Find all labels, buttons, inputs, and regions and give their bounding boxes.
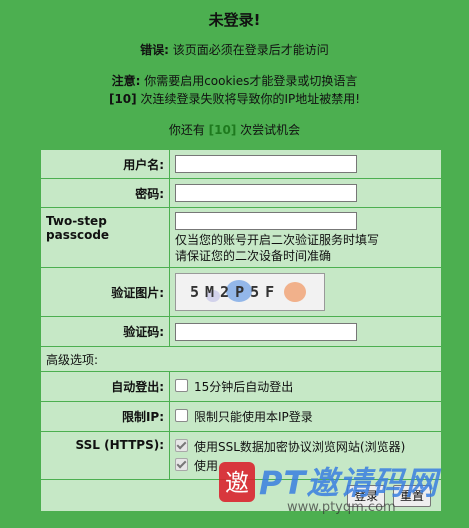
- notice-message: 注意: 你需要启用cookies才能登录或切换语言: [0, 72, 469, 89]
- notice-label: 注意:: [111, 74, 141, 88]
- username-row: 用户名:: [40, 149, 442, 179]
- notice-text: 你需要启用cookies才能登录或切换语言: [140, 74, 358, 88]
- twostep-hint-2: 请保证您的二次设备时间准确: [175, 249, 332, 263]
- submit-row: 登录 重置: [40, 479, 442, 512]
- ssl-row: SSL (HTTPS): 使用SSL数据加密协议浏览网站(浏览器) 使用: [40, 431, 442, 480]
- captcha-row: 验证图片: 5M2P5F: [40, 267, 442, 317]
- attempts-remaining: 你还有 [10] 次尝试机会: [0, 121, 469, 138]
- autologout-option: 15分钟后自动登出: [194, 380, 294, 394]
- ssl-checkbox-1[interactable]: [175, 439, 188, 452]
- autologout-label: 自动登出:: [40, 371, 170, 402]
- username-label: 用户名:: [40, 149, 170, 179]
- login-form: 用户名: 密码: Two-step passcode 仅当您的账号开启二次验证服…: [40, 149, 442, 512]
- code-input[interactable]: [175, 322, 357, 341]
- ban-warning: [10] 次连续登录失败将导致你的IP地址被禁用!: [0, 90, 469, 107]
- attempts-count: [10]: [208, 123, 237, 137]
- captcha-image: 5M2P5F: [175, 273, 325, 311]
- password-input[interactable]: [175, 184, 357, 202]
- autologout-checkbox[interactable]: [175, 379, 188, 392]
- restrictip-option: 限制只能使用本IP登录: [194, 410, 313, 424]
- code-label: 验证码:: [40, 316, 170, 347]
- login-button[interactable]: 登录: [347, 484, 386, 507]
- error-text: 该页面必须在登录后才能访问: [168, 43, 329, 57]
- attempts-suffix: 次尝试机会: [236, 123, 301, 137]
- restrictip-row: 限制IP: 限制只能使用本IP登录: [40, 401, 442, 432]
- code-row: 验证码:: [40, 316, 442, 347]
- ban-warning-count: [10]: [108, 92, 137, 106]
- error-label: 错误:: [140, 43, 169, 57]
- attempts-prefix: 你还有: [168, 123, 209, 137]
- restrictip-label: 限制IP:: [40, 401, 170, 432]
- ssl-checkbox-2[interactable]: [175, 458, 188, 471]
- twostep-row: Two-step passcode 仅当您的账号开启二次验证服务时填写 请保证您…: [40, 207, 442, 268]
- error-message: 错误: 该页面必须在登录后才能访问: [0, 41, 469, 58]
- advanced-label: 高级选项:: [40, 346, 442, 372]
- twostep-label: Two-step passcode: [40, 207, 170, 268]
- advanced-row: 高级选项:: [40, 346, 442, 372]
- twostep-input[interactable]: [175, 212, 357, 230]
- twostep-hint-1: 仅当您的账号开启二次验证服务时填写: [175, 233, 380, 247]
- ssl-option-2: 使用: [194, 459, 219, 473]
- page-title: 未登录!: [208, 11, 261, 29]
- ssl-option-1: 使用SSL数据加密协议浏览网站(浏览器): [194, 440, 406, 454]
- restrictip-checkbox[interactable]: [175, 409, 188, 422]
- password-label: 密码:: [40, 178, 170, 208]
- ssl-label: SSL (HTTPS):: [40, 431, 170, 480]
- password-row: 密码:: [40, 178, 442, 208]
- captcha-text: 5M2P5F: [190, 283, 281, 301]
- ban-warning-text: 次连续登录失败将导致你的IP地址被禁用!: [136, 92, 361, 106]
- username-input[interactable]: [175, 155, 357, 173]
- autologout-row: 自动登出: 15分钟后自动登出: [40, 371, 442, 402]
- reset-button[interactable]: 重置: [392, 484, 431, 507]
- captcha-label: 验证图片:: [40, 267, 170, 317]
